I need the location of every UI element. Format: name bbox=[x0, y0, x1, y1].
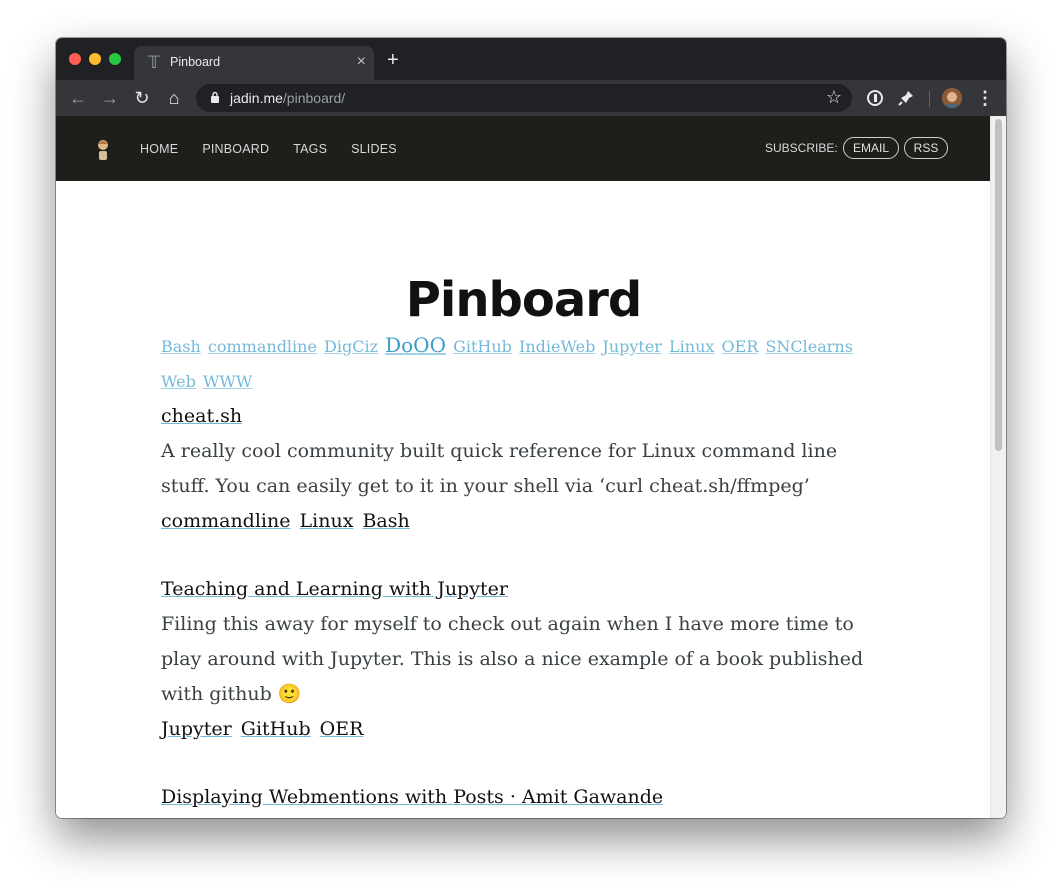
pin-description: A really cool community built quick refe… bbox=[161, 440, 838, 497]
nav-slides[interactable]: SLIDES bbox=[351, 142, 397, 156]
pin-item: Teaching and Learning with Jupyter Filin… bbox=[161, 572, 891, 747]
pin-tag-link[interactable]: commandline bbox=[161, 510, 290, 532]
tag-link[interactable]: DigCiz bbox=[324, 337, 378, 356]
pin-title-link[interactable]: Displaying Webmentions with Posts · Amit… bbox=[161, 780, 663, 815]
reload-icon[interactable]: ↻ bbox=[132, 88, 152, 108]
tag-link[interactable]: commandline bbox=[208, 337, 317, 356]
forward-icon[interactable]: → bbox=[100, 88, 120, 108]
tag-cloud: Bash commandline DigCiz DoOO GitHub Indi… bbox=[161, 328, 891, 399]
pinboard-content: Bash commandline DigCiz DoOO GitHub Indi… bbox=[161, 328, 891, 815]
profile-avatar[interactable] bbox=[942, 88, 962, 108]
tag-link[interactable]: OER bbox=[722, 337, 759, 356]
browser-tab[interactable]: 𝕋 Pinboard × bbox=[134, 46, 374, 80]
page-title: Pinboard bbox=[405, 272, 643, 329]
subscribe-label: SUBSCRIBE: bbox=[765, 141, 838, 155]
pin-tag-link[interactable]: Bash bbox=[362, 510, 409, 532]
scrollbar-thumb[interactable] bbox=[995, 119, 1002, 451]
pin-spacer bbox=[161, 539, 891, 572]
close-tab-icon[interactable]: × bbox=[357, 54, 366, 70]
subscribe-rss-button[interactable]: RSS bbox=[904, 137, 948, 159]
browser-toolbar: ← → ↻ ⌂ jadin.me/pinboard/ ☆ ⋮ bbox=[56, 80, 1006, 116]
tag-link[interactable]: Bash bbox=[161, 337, 201, 356]
tab-title: Pinboard bbox=[170, 55, 221, 69]
address-bar[interactable]: jadin.me/pinboard/ ☆ bbox=[196, 84, 852, 112]
nav-pinboard[interactable]: PINBOARD bbox=[202, 142, 269, 156]
tag-link[interactable]: Linux bbox=[669, 337, 714, 356]
tab-bar: 𝕋 Pinboard × + bbox=[56, 38, 1006, 80]
tag-link[interactable]: Web bbox=[161, 372, 196, 391]
avatar-face-icon bbox=[942, 88, 962, 108]
page-viewport: HOME PINBOARD TAGS SLIDES SUBSCRIBE: EMA… bbox=[56, 116, 1006, 818]
tag-link[interactable]: DoOO bbox=[385, 333, 446, 357]
url-text: jadin.me/pinboard/ bbox=[230, 90, 345, 106]
close-window-button[interactable] bbox=[69, 53, 81, 65]
tag-link[interactable]: WWW bbox=[203, 372, 252, 391]
back-icon[interactable]: ← bbox=[68, 88, 88, 108]
subscribe-email-button[interactable]: EMAIL bbox=[843, 137, 899, 159]
zoom-window-button[interactable] bbox=[109, 53, 121, 65]
toolbar-divider bbox=[929, 91, 930, 107]
pin-tag-link[interactable]: OER bbox=[320, 718, 364, 740]
pin-description: Filing this away for myself to check out… bbox=[161, 613, 864, 705]
pin-title-link[interactable]: Teaching and Learning with Jupyter bbox=[161, 572, 508, 607]
pin-extension-icon[interactable] bbox=[897, 89, 915, 107]
bookmark-star-icon[interactable]: ☆ bbox=[826, 87, 842, 108]
pin-tags: commandline Linux Bash bbox=[161, 504, 891, 539]
browser-window: 𝕋 Pinboard × + ← → ↻ ⌂ jadin.me/pinboard… bbox=[56, 38, 1006, 818]
more-menu-icon[interactable]: ⋮ bbox=[976, 88, 994, 108]
nav-tags[interactable]: TAGS bbox=[293, 142, 327, 156]
site-header: HOME PINBOARD TAGS SLIDES SUBSCRIBE: EMA… bbox=[56, 116, 991, 181]
tag-link[interactable]: SNClearns bbox=[765, 337, 853, 356]
tag-link[interactable]: IndieWeb bbox=[519, 337, 595, 356]
pin-title-link[interactable]: cheat.sh bbox=[161, 399, 242, 434]
url-path: /pinboard/ bbox=[282, 90, 346, 106]
nav-home[interactable]: HOME bbox=[140, 142, 178, 156]
tag-link[interactable]: GitHub bbox=[453, 337, 512, 356]
site-logo-avatar[interactable] bbox=[96, 138, 110, 160]
tag-link[interactable]: Jupyter bbox=[602, 337, 662, 356]
pin-tags: Jupyter GitHub OER bbox=[161, 712, 891, 747]
site-nav: HOME PINBOARD TAGS SLIDES bbox=[140, 142, 397, 156]
lock-icon bbox=[211, 91, 219, 103]
new-tab-button[interactable]: + bbox=[387, 50, 399, 70]
pin-tag-link[interactable]: Linux bbox=[300, 510, 354, 532]
pin-tag-link[interactable]: GitHub bbox=[241, 718, 311, 740]
url-host: jadin.me bbox=[230, 90, 283, 106]
favicon-icon: 𝕋 bbox=[147, 53, 161, 72]
pin-spacer bbox=[161, 747, 891, 780]
pin-item: Displaying Webmentions with Posts · Amit… bbox=[161, 780, 891, 815]
page-scrollbar[interactable] bbox=[990, 116, 1006, 818]
minimize-window-button[interactable] bbox=[89, 53, 101, 65]
home-icon[interactable]: ⌂ bbox=[164, 88, 184, 108]
pin-item: cheat.sh A really cool community built q… bbox=[161, 399, 891, 539]
pin-tag-link[interactable]: Jupyter bbox=[161, 718, 232, 740]
password-extension-icon[interactable] bbox=[866, 89, 884, 107]
